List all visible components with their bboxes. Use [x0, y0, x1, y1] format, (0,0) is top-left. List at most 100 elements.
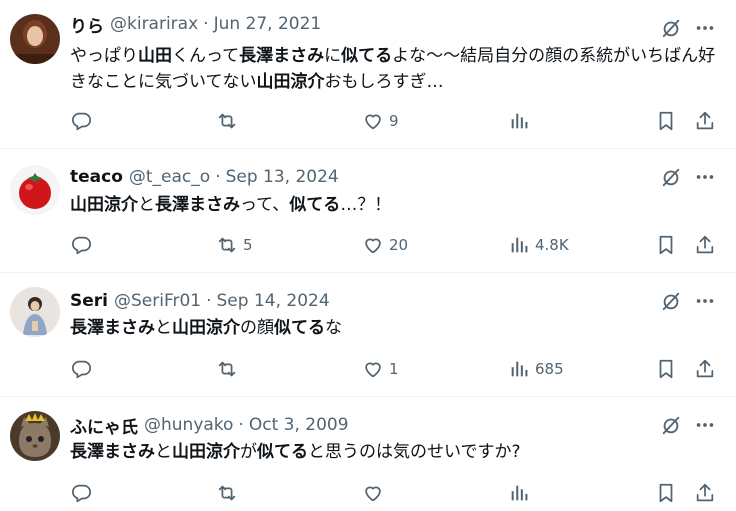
views-button[interactable]: 4.8K: [508, 231, 569, 259]
heart-icon: [362, 358, 384, 380]
tweet[interactable]: Seri @SeriFr01 · Sep 14, 2024 長澤まさみと山田涼介…: [0, 273, 736, 396]
tweet-date[interactable]: Sep 13, 2024: [226, 167, 339, 187]
user-handle[interactable]: @t_eac_o: [129, 167, 210, 187]
more-icon[interactable]: [694, 17, 716, 39]
retweet-button[interactable]: [216, 479, 238, 507]
retweet-button[interactable]: [216, 107, 238, 135]
tweet-actions: [0, 479, 736, 507]
more-icon[interactable]: [694, 290, 716, 312]
tweet-text-bold: 似てる: [257, 442, 308, 462]
like-count: 9: [389, 112, 399, 130]
views-icon: [508, 482, 530, 504]
grok-icon[interactable]: [660, 414, 682, 436]
more-icon[interactable]: [694, 414, 716, 436]
tweet-text-segment: と思うのは気のせいですか?: [308, 442, 521, 462]
grok-icon[interactable]: [660, 166, 682, 188]
separator-dot: ·: [215, 167, 221, 187]
tweet-text-bold: 似てる: [341, 46, 393, 66]
tweet-text-bold: 長澤まさみ: [155, 195, 240, 215]
tweet-text-segment: おもしろすぎ…: [324, 72, 444, 92]
reply-button[interactable]: [70, 355, 92, 383]
user-handle[interactable]: @SeriFr01: [114, 291, 201, 311]
reply-icon: [70, 482, 92, 504]
views-count: 685: [535, 360, 564, 378]
display-name[interactable]: りら: [70, 12, 104, 37]
avatar[interactable]: [10, 287, 60, 337]
views-icon: [508, 234, 530, 256]
grok-icon[interactable]: [660, 17, 682, 39]
tweet-text-bold: 山田涼介: [256, 72, 325, 92]
views-icon: [508, 358, 530, 380]
share-button[interactable]: [694, 231, 716, 259]
reply-button[interactable]: [70, 231, 92, 259]
tweet-text: 山田涼介と長澤まさみって、似てる…？！: [70, 192, 722, 218]
reply-button[interactable]: [70, 107, 92, 135]
tweet-text-segment: に: [324, 46, 342, 66]
separator-dot: ·: [203, 14, 209, 34]
like-button[interactable]: [362, 479, 384, 507]
like-button[interactable]: 1: [362, 355, 399, 383]
tweet-text-bold: 長澤まさみ: [70, 318, 155, 338]
reply-button[interactable]: [70, 479, 92, 507]
tweet[interactable]: りら @kirarirax · Jun 27, 2021 やっぱり山田くんって長…: [0, 0, 736, 148]
views-button[interactable]: 685: [508, 355, 564, 383]
tweet-text-segment: と: [155, 442, 172, 462]
bookmark-icon: [655, 110, 677, 132]
separator-dot: ·: [238, 415, 244, 435]
user-handle[interactable]: @hunyako: [144, 415, 233, 435]
share-icon: [694, 110, 716, 132]
reply-icon: [70, 234, 92, 256]
tweet-text-segment: と: [155, 318, 172, 338]
reply-icon: [70, 110, 92, 132]
tweet-text: やっぱり山田くんって長澤まさみに似てるよな〜〜結局自分の顔の系統がいちばん好きな…: [70, 43, 722, 95]
like-button[interactable]: 20: [362, 231, 408, 259]
tweet-text-segment: って、: [240, 195, 290, 215]
separator-dot: ·: [206, 291, 212, 311]
retweet-button[interactable]: 5: [216, 231, 253, 259]
tweet-text-bold: 山田涼介: [70, 195, 138, 215]
tweet-text-segment: と: [138, 195, 155, 215]
bookmark-button[interactable]: [655, 107, 677, 135]
more-icon[interactable]: [694, 166, 716, 188]
share-icon: [694, 358, 716, 380]
tweet-actions: 1 685: [0, 355, 736, 383]
avatar[interactable]: [10, 14, 60, 64]
bookmark-button[interactable]: [655, 355, 677, 383]
like-count: 20: [389, 236, 409, 254]
retweet-button[interactable]: [216, 355, 238, 383]
heart-icon: [362, 110, 384, 132]
heart-icon: [362, 482, 384, 504]
tweet-date[interactable]: Oct 3, 2009: [249, 415, 349, 435]
avatar[interactable]: [10, 411, 60, 461]
share-button[interactable]: [694, 479, 716, 507]
tweet[interactable]: teaco @t_eac_o · Sep 13, 2024 山田涼介と長澤まさみ…: [0, 149, 736, 272]
bookmark-icon: [655, 358, 677, 380]
share-button[interactable]: [694, 107, 716, 135]
tweet-date[interactable]: Jun 27, 2021: [214, 14, 322, 34]
tweet-date[interactable]: Sep 14, 2024: [217, 291, 330, 311]
bookmark-icon: [655, 482, 677, 504]
tweet[interactable]: ふにゃ氏 @hunyako · Oct 3, 2009 長澤まさみと山田涼介が似…: [0, 397, 736, 511]
display-name[interactable]: teaco: [70, 167, 123, 187]
grok-icon[interactable]: [660, 290, 682, 312]
tweet-text: 長澤まさみと山田涼介が似てると思うのは気のせいですか?: [70, 439, 722, 465]
tweet-text-bold: 山田涼介: [172, 318, 240, 338]
tweet-text-segment: …？！: [340, 195, 392, 215]
views-button[interactable]: [508, 479, 530, 507]
like-button[interactable]: 9: [362, 107, 399, 135]
bookmark-button[interactable]: [655, 231, 677, 259]
display-name[interactable]: ふにゃ氏: [70, 413, 138, 438]
tweet-text-segment: の顔: [240, 318, 274, 338]
display-name[interactable]: Seri: [70, 291, 108, 311]
views-button[interactable]: [508, 107, 530, 135]
share-icon: [694, 234, 716, 256]
user-handle[interactable]: @kirarirax: [110, 14, 198, 34]
views-count: 4.8K: [535, 236, 569, 254]
tweet-text-segment: が: [240, 442, 257, 462]
views-icon: [508, 110, 530, 132]
retweet-icon: [216, 358, 238, 380]
tweet-text-segment: くんって: [172, 46, 240, 66]
avatar[interactable]: [10, 165, 60, 215]
bookmark-button[interactable]: [655, 479, 677, 507]
share-button[interactable]: [694, 355, 716, 383]
